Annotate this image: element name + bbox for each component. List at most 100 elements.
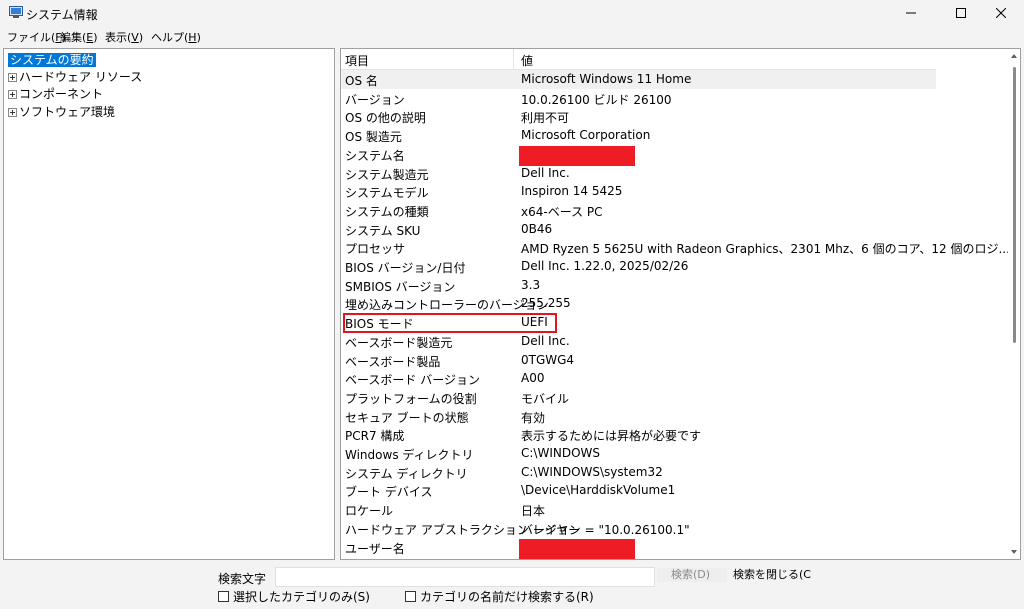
table-header: 項目 値 [341, 49, 936, 70]
system-info-app-icon [9, 6, 23, 18]
vertical-scrollbar[interactable] [1008, 49, 1020, 559]
row-item-name: プロセッサ [345, 242, 406, 257]
table-row[interactable]: 埋め込みコントローラーのバージョン 255.255 [341, 294, 936, 313]
table-row[interactable]: ベースボード製造元 Dell Inc. [341, 332, 936, 351]
redacted-value [519, 538, 635, 559]
table-row[interactable]: ユーザー名 [341, 538, 936, 559]
tree-item-label: コンポーネント [19, 87, 104, 101]
row-item-value: A00 [521, 371, 545, 386]
row-item-name: ベースボード製品 [345, 354, 441, 369]
table-row[interactable]: セキュア ブートの状態 有効 [341, 407, 936, 426]
row-item-name: PCR7 構成 [345, 429, 405, 444]
scroll-up-icon[interactable] [1011, 54, 1017, 58]
table-row[interactable]: ブート デバイス \Device\HarddiskVolume1 [341, 481, 936, 500]
column-header-value[interactable]: 値 [521, 52, 533, 69]
table-row[interactable]: SMBIOS バージョン 3.3 [341, 276, 936, 295]
row-item-name: SMBIOS バージョン [345, 279, 456, 294]
menu-view[interactable]: 表示(V) [105, 29, 143, 45]
column-divider[interactable] [513, 49, 514, 69]
tree-item-components[interactable]: コンポーネント [8, 86, 103, 102]
tree-item-hardware-resources[interactable]: ハードウェア リソース [8, 69, 142, 85]
tree-item-label: ソフトウェア環境 [19, 105, 116, 119]
row-item-name: プラットフォームの役割 [345, 391, 477, 406]
search-input[interactable] [275, 567, 655, 587]
expand-icon[interactable] [8, 108, 17, 117]
row-item-value: モバイル [521, 391, 570, 406]
row-item-value: Microsoft Corporation [521, 128, 651, 143]
table-row[interactable]: OS の他の説明 利用不可 [341, 107, 936, 126]
menu-edit[interactable]: 編集(E) [60, 29, 98, 45]
details-pane[interactable]: 項目 値 OS 名 Microsoft Windows 11 Home バージョン 1… [340, 48, 1021, 560]
search-button[interactable]: 検索(D) [657, 568, 727, 582]
table-row[interactable]: バージョン 10.0.26100 ビルド 26100 [341, 89, 936, 108]
table-row[interactable]: システム名 [341, 145, 936, 166]
table-row[interactable]: ベースボード バージョン A00 [341, 369, 936, 388]
selected-category-only-option[interactable]: 選択したカテゴリのみ(S) [218, 588, 370, 605]
tree-item-software-environment[interactable]: ソフトウェア環境 [8, 104, 115, 120]
table-row[interactable]: OS 製造元 Microsoft Corporation [341, 126, 936, 145]
row-item-value: 10.0.26100 ビルド 26100 [521, 92, 672, 107]
table-row[interactable]: システム SKU 0B46 [341, 220, 936, 239]
checkbox-icon[interactable] [405, 591, 416, 602]
column-header-item[interactable]: 項目 [345, 52, 369, 69]
close-icon [996, 8, 1006, 18]
expand-icon[interactable] [8, 73, 17, 82]
row-item-name: ベースボード バージョン [345, 373, 480, 388]
menu-file[interactable]: ファイル(F) [7, 29, 66, 45]
table-row[interactable]: ハードウェア アブストラクション レイヤー バージョン = "10.0.26100… [341, 519, 936, 538]
row-item-name: バージョン [345, 92, 405, 107]
scroll-thumb[interactable] [1013, 67, 1016, 343]
row-item-value: Dell Inc. 1.22.0, 2025/02/26 [521, 259, 689, 273]
table-row[interactable]: ベースボード製品 0TGWG4 [341, 351, 936, 370]
row-item-name: BIOS バージョン/日付 [345, 261, 466, 275]
row-item-name: システム ディレクトリ [345, 466, 468, 481]
row-item-name: システム製造元 [345, 167, 429, 182]
row-item-value: 3.3 [521, 277, 541, 292]
row-item-value: \Device\HarddiskVolume1 [521, 483, 676, 498]
scroll-down-icon[interactable] [1011, 550, 1017, 554]
table-row[interactable]: PCR7 構成 表示するためには昇格が必要です [341, 425, 936, 444]
row-item-value: 利用不可 [521, 111, 570, 126]
minimize-icon [906, 12, 916, 14]
table-row[interactable]: プラットフォームの役割 モバイル [341, 388, 936, 407]
row-item-value: AMD Ryzen 5 5625U with Radeon Graphics、2… [521, 242, 1010, 257]
row-item-name: ロケール [345, 504, 394, 519]
row-item-value: Inspiron 14 5425 [521, 184, 623, 199]
row-item-name: OS の他の説明 [345, 111, 426, 126]
row-item-value: Dell Inc. [521, 165, 570, 180]
row-item-name: システム SKU [345, 223, 421, 238]
minimize-button[interactable] [888, 0, 934, 26]
table-row[interactable]: システム製造元 Dell Inc. [341, 164, 936, 183]
tree-item-label: ハードウェア リソース [19, 70, 143, 84]
expand-icon[interactable] [8, 90, 17, 99]
row-item-name: システムの種類 [345, 204, 429, 219]
table-row[interactable]: Windows ディレクトリ C:\WINDOWS [341, 444, 936, 463]
row-item-name: ブート デバイス [345, 485, 433, 500]
close-search-button[interactable]: 検索を閉じる(C [733, 568, 811, 582]
tree-item-label: システムの要約 [8, 53, 96, 67]
table-row[interactable]: ロケール 日本 [341, 500, 936, 519]
table-row[interactable]: BIOS バージョン/日付 Dell Inc. 1.22.0, 2025/02/2… [341, 257, 936, 276]
maximize-icon [956, 8, 966, 18]
checkbox-icon[interactable] [218, 591, 229, 602]
row-item-name: OS 名 [345, 74, 378, 88]
row-item-value: 255.255 [521, 296, 571, 311]
row-item-value: 日本 [521, 504, 546, 519]
table-row[interactable]: プロセッサ AMD Ryzen 5 5625U with Radeon Graph… [341, 238, 1010, 257]
row-item-value: 0TGWG4 [521, 352, 575, 367]
search-category-names-option[interactable]: カテゴリの名前だけ検索する(R) [405, 588, 594, 605]
table-row[interactable]: システム ディレクトリ C:\WINDOWS\system32 [341, 463, 936, 482]
table-row[interactable]: OS 名 Microsoft Windows 11 Home [341, 70, 936, 89]
category-tree[interactable]: システムの要約 ハードウェア リソース コンポーネント ソフトウェア環境 [3, 48, 335, 560]
close-button[interactable] [978, 0, 1024, 26]
row-item-value: 0B46 [521, 221, 553, 236]
row-item-name: システムモデル [345, 186, 429, 201]
row-item-value: バージョン = "10.0.26100.1" [521, 522, 690, 537]
table-row[interactable]: システムの種類 x64-ベース PC [341, 201, 936, 220]
tree-item-system-summary[interactable]: システムの要約 [8, 52, 96, 68]
bios-mode-highlight [343, 313, 557, 333]
row-item-value: C:\WINDOWS\system32 [521, 464, 663, 479]
table-row[interactable]: システムモデル Inspiron 14 5425 [341, 182, 936, 201]
menu-help[interactable]: ヘルプ(H) [151, 29, 201, 45]
row-item-name: セキュア ブートの状態 [345, 410, 469, 425]
